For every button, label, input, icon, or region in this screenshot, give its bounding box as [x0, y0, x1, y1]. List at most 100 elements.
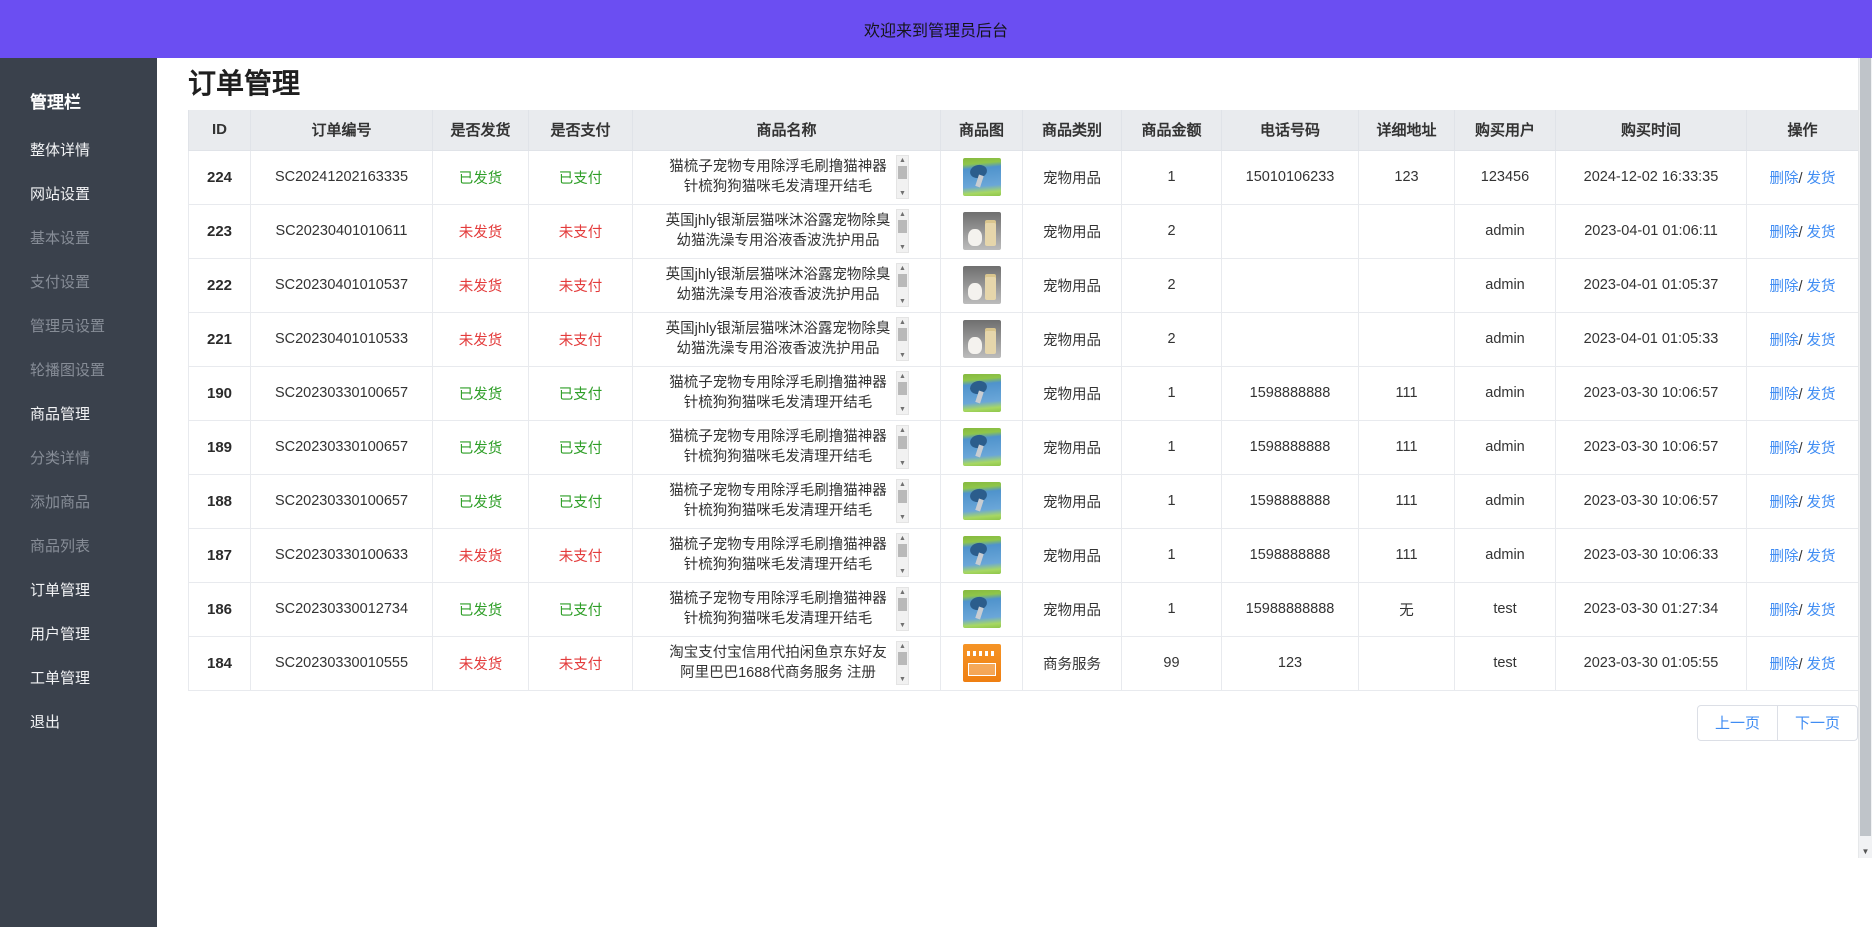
scroll-down-icon[interactable]: ▼ [899, 351, 906, 360]
scroll-thumb[interactable] [898, 274, 907, 287]
product-amount: 2 [1122, 204, 1222, 258]
product-name-scrollbar[interactable]: ▲▼ [896, 209, 909, 253]
ship-link[interactable]: 发货 [1807, 441, 1836, 457]
sidebar-item-8[interactable]: 添加商品 [0, 481, 157, 525]
product-name-scrollbar[interactable]: ▲▼ [896, 479, 909, 523]
sidebar-item-11[interactable]: 用户管理 [0, 613, 157, 657]
delete-link[interactable]: 删除 [1769, 657, 1798, 673]
sidebar-item-5[interactable]: 轮播图设置 [0, 349, 157, 393]
ship-link[interactable]: 发货 [1807, 171, 1836, 187]
product-name-text: 英国jhly银渐层猫咪沐浴露宠物除臭幼猫洗澡专用浴液香波洗护用品 [664, 265, 892, 305]
product-category: 宠物用品 [1023, 582, 1122, 636]
welcome-banner: 欢迎来到管理员后台 [0, 0, 1872, 58]
scrollbar-thumb[interactable] [1860, 58, 1871, 836]
sidebar-item-1[interactable]: 网站设置 [0, 173, 157, 217]
sidebar-item-12[interactable]: 工单管理 [0, 657, 157, 701]
detail-address: 111 [1359, 474, 1455, 528]
scroll-thumb[interactable] [898, 490, 907, 503]
ship-link[interactable]: 发货 [1807, 333, 1836, 349]
delete-link[interactable]: 删除 [1769, 279, 1798, 295]
pay-status: 未支付 [529, 528, 633, 582]
scroll-up-icon[interactable]: ▲ [899, 210, 906, 219]
scroll-up-icon[interactable]: ▲ [899, 372, 906, 381]
order-number: SC20230330100657 [251, 474, 433, 528]
delete-link[interactable]: 删除 [1769, 333, 1798, 349]
delete-link[interactable]: 删除 [1769, 495, 1798, 511]
scroll-up-icon[interactable]: ▲ [899, 426, 906, 435]
sidebar-item-9[interactable]: 商品列表 [0, 525, 157, 569]
ship-link[interactable]: 发货 [1807, 657, 1836, 673]
sidebar-item-4[interactable]: 管理员设置 [0, 305, 157, 349]
delete-link[interactable]: 删除 [1769, 225, 1798, 241]
pay-status: 未支付 [529, 312, 633, 366]
orders-table: ID订单编号是否发货是否支付商品名称商品图商品类别商品金额电话号码详细地址购买用… [188, 110, 1859, 691]
scroll-down-icon[interactable]: ▼ [899, 621, 906, 630]
scroll-down-icon[interactable]: ▼ [899, 459, 906, 468]
product-category: 宠物用品 [1023, 366, 1122, 420]
product-name-scrollbar[interactable]: ▲▼ [896, 317, 909, 361]
scrollbar-down-arrow[interactable]: ▼ [1859, 847, 1872, 856]
sidebar-item-0[interactable]: 整体详情 [0, 129, 157, 173]
product-name-scrollbar[interactable]: ▲▼ [896, 263, 909, 307]
delete-link[interactable]: 删除 [1769, 603, 1798, 619]
scroll-thumb[interactable] [898, 382, 907, 395]
sidebar-item-6[interactable]: 商品管理 [0, 393, 157, 437]
scroll-up-icon[interactable]: ▲ [899, 264, 906, 273]
product-name-scrollbar[interactable]: ▲▼ [896, 155, 909, 199]
scroll-thumb[interactable] [898, 598, 907, 611]
ship-link[interactable]: 发货 [1807, 495, 1836, 511]
scroll-up-icon[interactable]: ▲ [899, 156, 906, 165]
product-amount: 2 [1122, 312, 1222, 366]
ship-link[interactable]: 发货 [1807, 279, 1836, 295]
product-image-cat-shampoo [963, 212, 1001, 250]
scroll-down-icon[interactable]: ▼ [899, 297, 906, 306]
prev-page-button[interactable]: 上一页 [1697, 705, 1778, 741]
next-page-button[interactable]: 下一页 [1777, 705, 1858, 741]
scroll-up-icon[interactable]: ▲ [899, 480, 906, 489]
scroll-down-icon[interactable]: ▼ [899, 567, 906, 576]
ship-link[interactable]: 发货 [1807, 549, 1836, 565]
product-category: 宠物用品 [1023, 312, 1122, 366]
scroll-up-icon[interactable]: ▲ [899, 318, 906, 327]
ship-link[interactable]: 发货 [1807, 387, 1836, 403]
ship-link[interactable]: 发货 [1807, 225, 1836, 241]
scroll-up-icon[interactable]: ▲ [899, 588, 906, 597]
scroll-down-icon[interactable]: ▼ [899, 243, 906, 252]
scroll-down-icon[interactable]: ▼ [899, 513, 906, 522]
product-name-scrollbar[interactable]: ▲▼ [896, 425, 909, 469]
product-category: 宠物用品 [1023, 420, 1122, 474]
scroll-down-icon[interactable]: ▼ [899, 675, 906, 684]
action-separator: / [1798, 495, 1802, 511]
sidebar-item-3[interactable]: 支付设置 [0, 261, 157, 305]
product-name-scrollbar[interactable]: ▲▼ [896, 587, 909, 631]
product-name-scrollbar[interactable]: ▲▼ [896, 641, 909, 685]
scroll-thumb[interactable] [898, 328, 907, 341]
sidebar-item-10[interactable]: 订单管理 [0, 569, 157, 613]
product-name-cell: 猫梳子宠物专用除浮毛刷撸猫神器针梳狗狗猫咪毛发清理开结毛▲▼ [633, 528, 941, 582]
product-image-cell [941, 474, 1023, 528]
scroll-up-icon[interactable]: ▲ [899, 642, 906, 651]
scroll-down-icon[interactable]: ▼ [899, 189, 906, 198]
ship-link[interactable]: 发货 [1807, 603, 1836, 619]
product-name-scrollbar[interactable]: ▲▼ [896, 533, 909, 577]
sidebar-item-13[interactable]: 退出 [0, 701, 157, 745]
product-image-cell [941, 204, 1023, 258]
scroll-up-icon[interactable]: ▲ [899, 534, 906, 543]
scroll-thumb[interactable] [898, 220, 907, 233]
delete-link[interactable]: 删除 [1769, 549, 1798, 565]
product-category: 宠物用品 [1023, 528, 1122, 582]
sidebar-item-7[interactable]: 分类详情 [0, 437, 157, 481]
delete-link[interactable]: 删除 [1769, 387, 1798, 403]
sidebar-item-2[interactable]: 基本设置 [0, 217, 157, 261]
buyer-user: test [1455, 636, 1556, 690]
product-name-scrollbar[interactable]: ▲▼ [896, 371, 909, 415]
scroll-down-icon[interactable]: ▼ [899, 405, 906, 414]
page-scrollbar[interactable]: ▼ [1858, 58, 1872, 858]
scroll-thumb[interactable] [898, 166, 907, 179]
scroll-thumb[interactable] [898, 652, 907, 665]
scroll-thumb[interactable] [898, 544, 907, 557]
product-image-cat-brush [963, 536, 1001, 574]
delete-link[interactable]: 删除 [1769, 441, 1798, 457]
scroll-thumb[interactable] [898, 436, 907, 449]
delete-link[interactable]: 删除 [1769, 171, 1798, 187]
